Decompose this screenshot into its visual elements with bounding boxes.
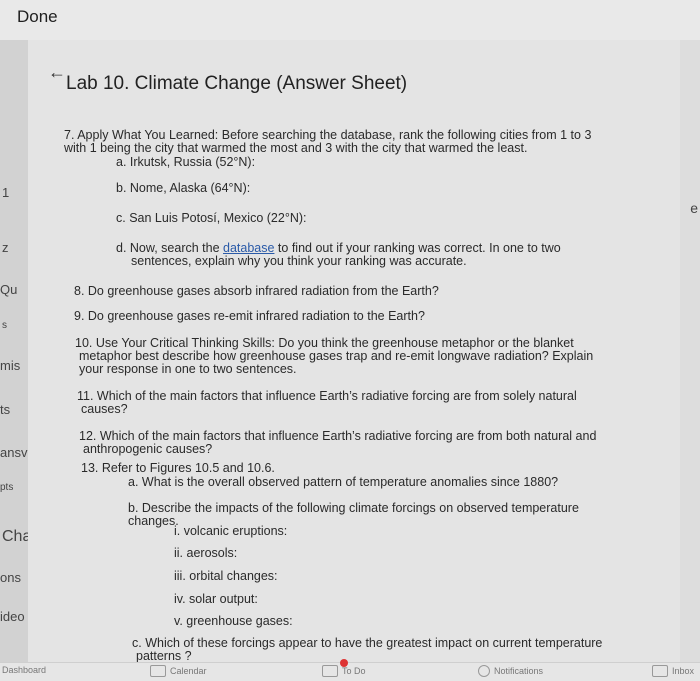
question-13c-line1: c. Which of these forcings appear to hav… [132,636,603,650]
bg-fragment: ons [0,570,21,585]
bottom-nav-bar: Dashboard Calendar To Do Notifications I… [0,659,700,681]
bg-fragment: Cha [2,528,32,545]
question-10-line3: your response in one to two sentences. [79,362,297,376]
question-13b-v: v. greenhouse gases: [174,614,293,628]
question-10: 10. Use Your Critical Thinking Skills: D… [75,337,593,376]
question-13b-i: i. volcanic eruptions: [174,524,288,538]
mail-icon [652,665,668,677]
nav-todo[interactable]: To Do [322,665,366,677]
database-link[interactable]: database [223,241,274,255]
question-12: 12. Which of the main factors that influ… [79,430,596,456]
question-9: 9. Do greenhouse gases re-emit infrared … [74,309,425,323]
question-13c: c. Which of these forcings appear to hav… [132,637,602,663]
question-12-line2: anthropogenic causes? [83,442,213,456]
bg-fragment: pts [0,482,14,493]
question-11-line2: causes? [81,402,128,416]
nav-inbox[interactable]: Inbox [652,665,694,677]
page-title: Lab 10. Climate Change (Answer Sheet) [66,73,408,94]
bg-fragment-right: e [690,200,698,216]
question-13a: a. What is the overall observed pattern … [128,475,559,489]
question-7d-text-post: to find out if your ranking was correct.… [274,241,561,255]
nav-notifications-label: Notifications [494,666,544,676]
nav-dashboard-label: Dashboard [2,665,47,675]
question-7a: a. Irkutsk, Russia (52°N): [116,155,256,169]
bg-fragment: Qu [0,282,18,297]
question-7c: c. San Luis Potosí, Mexico (22°N): [116,211,307,225]
nav-dashboard[interactable]: Dashboard [2,665,46,675]
background-page-right [680,40,700,680]
bg-fragment: ideo [0,609,25,624]
question-7d-line2: sentences, explain why you think your ra… [131,254,467,268]
question-13b-line1: b. Describe the impacts of the following… [128,501,579,515]
question-7d: d. Now, search the database to find out … [116,242,561,268]
question-13b-iii: iii. orbital changes: [174,569,278,583]
question-7b: b. Nome, Alaska (64°N): [116,181,251,195]
done-button[interactable]: Done [17,7,58,27]
todo-icon [322,665,338,677]
question-11-line1: 11. Which of the main factors that influ… [77,389,577,403]
bg-fragment: mis [0,358,21,373]
answer-sheet-panel: ← Lab 10. Climate Change (Answer Sheet) … [28,40,680,663]
question-8: 8. Do greenhouse gases absorb infrared r… [74,284,439,298]
bg-fragment: s [2,320,7,331]
question-7-line2: with 1 being the city that warmed the mo… [64,141,528,155]
question-7: 7. Apply What You Learned: Before search… [64,129,591,155]
question-13b-iv: iv. solar output: [174,592,258,606]
top-bar: Done [0,0,700,40]
bg-fragment: ansv [0,445,28,460]
nav-calendar-label: Calendar [170,666,207,676]
nav-calendar[interactable]: Calendar [150,665,207,677]
nav-inbox-label: Inbox [672,666,695,676]
bg-fragment: ts [0,402,11,417]
nav-todo-label: To Do [342,666,366,676]
question-13b-ii: ii. aerosols: [174,546,238,560]
calendar-icon [150,665,166,677]
bell-icon [478,665,490,677]
question-11: 11. Which of the main factors that influ… [77,390,577,416]
bg-fragment: z [2,240,9,255]
arrow-left-icon[interactable]: ← [48,62,66,83]
bg-fragment: 1 [2,185,10,200]
question-7d-text-pre: d. Now, search the [116,241,224,255]
question-13: 13. Refer to Figures 10.5 and 10.6. [81,461,275,475]
nav-notifications[interactable]: Notifications [478,665,543,677]
